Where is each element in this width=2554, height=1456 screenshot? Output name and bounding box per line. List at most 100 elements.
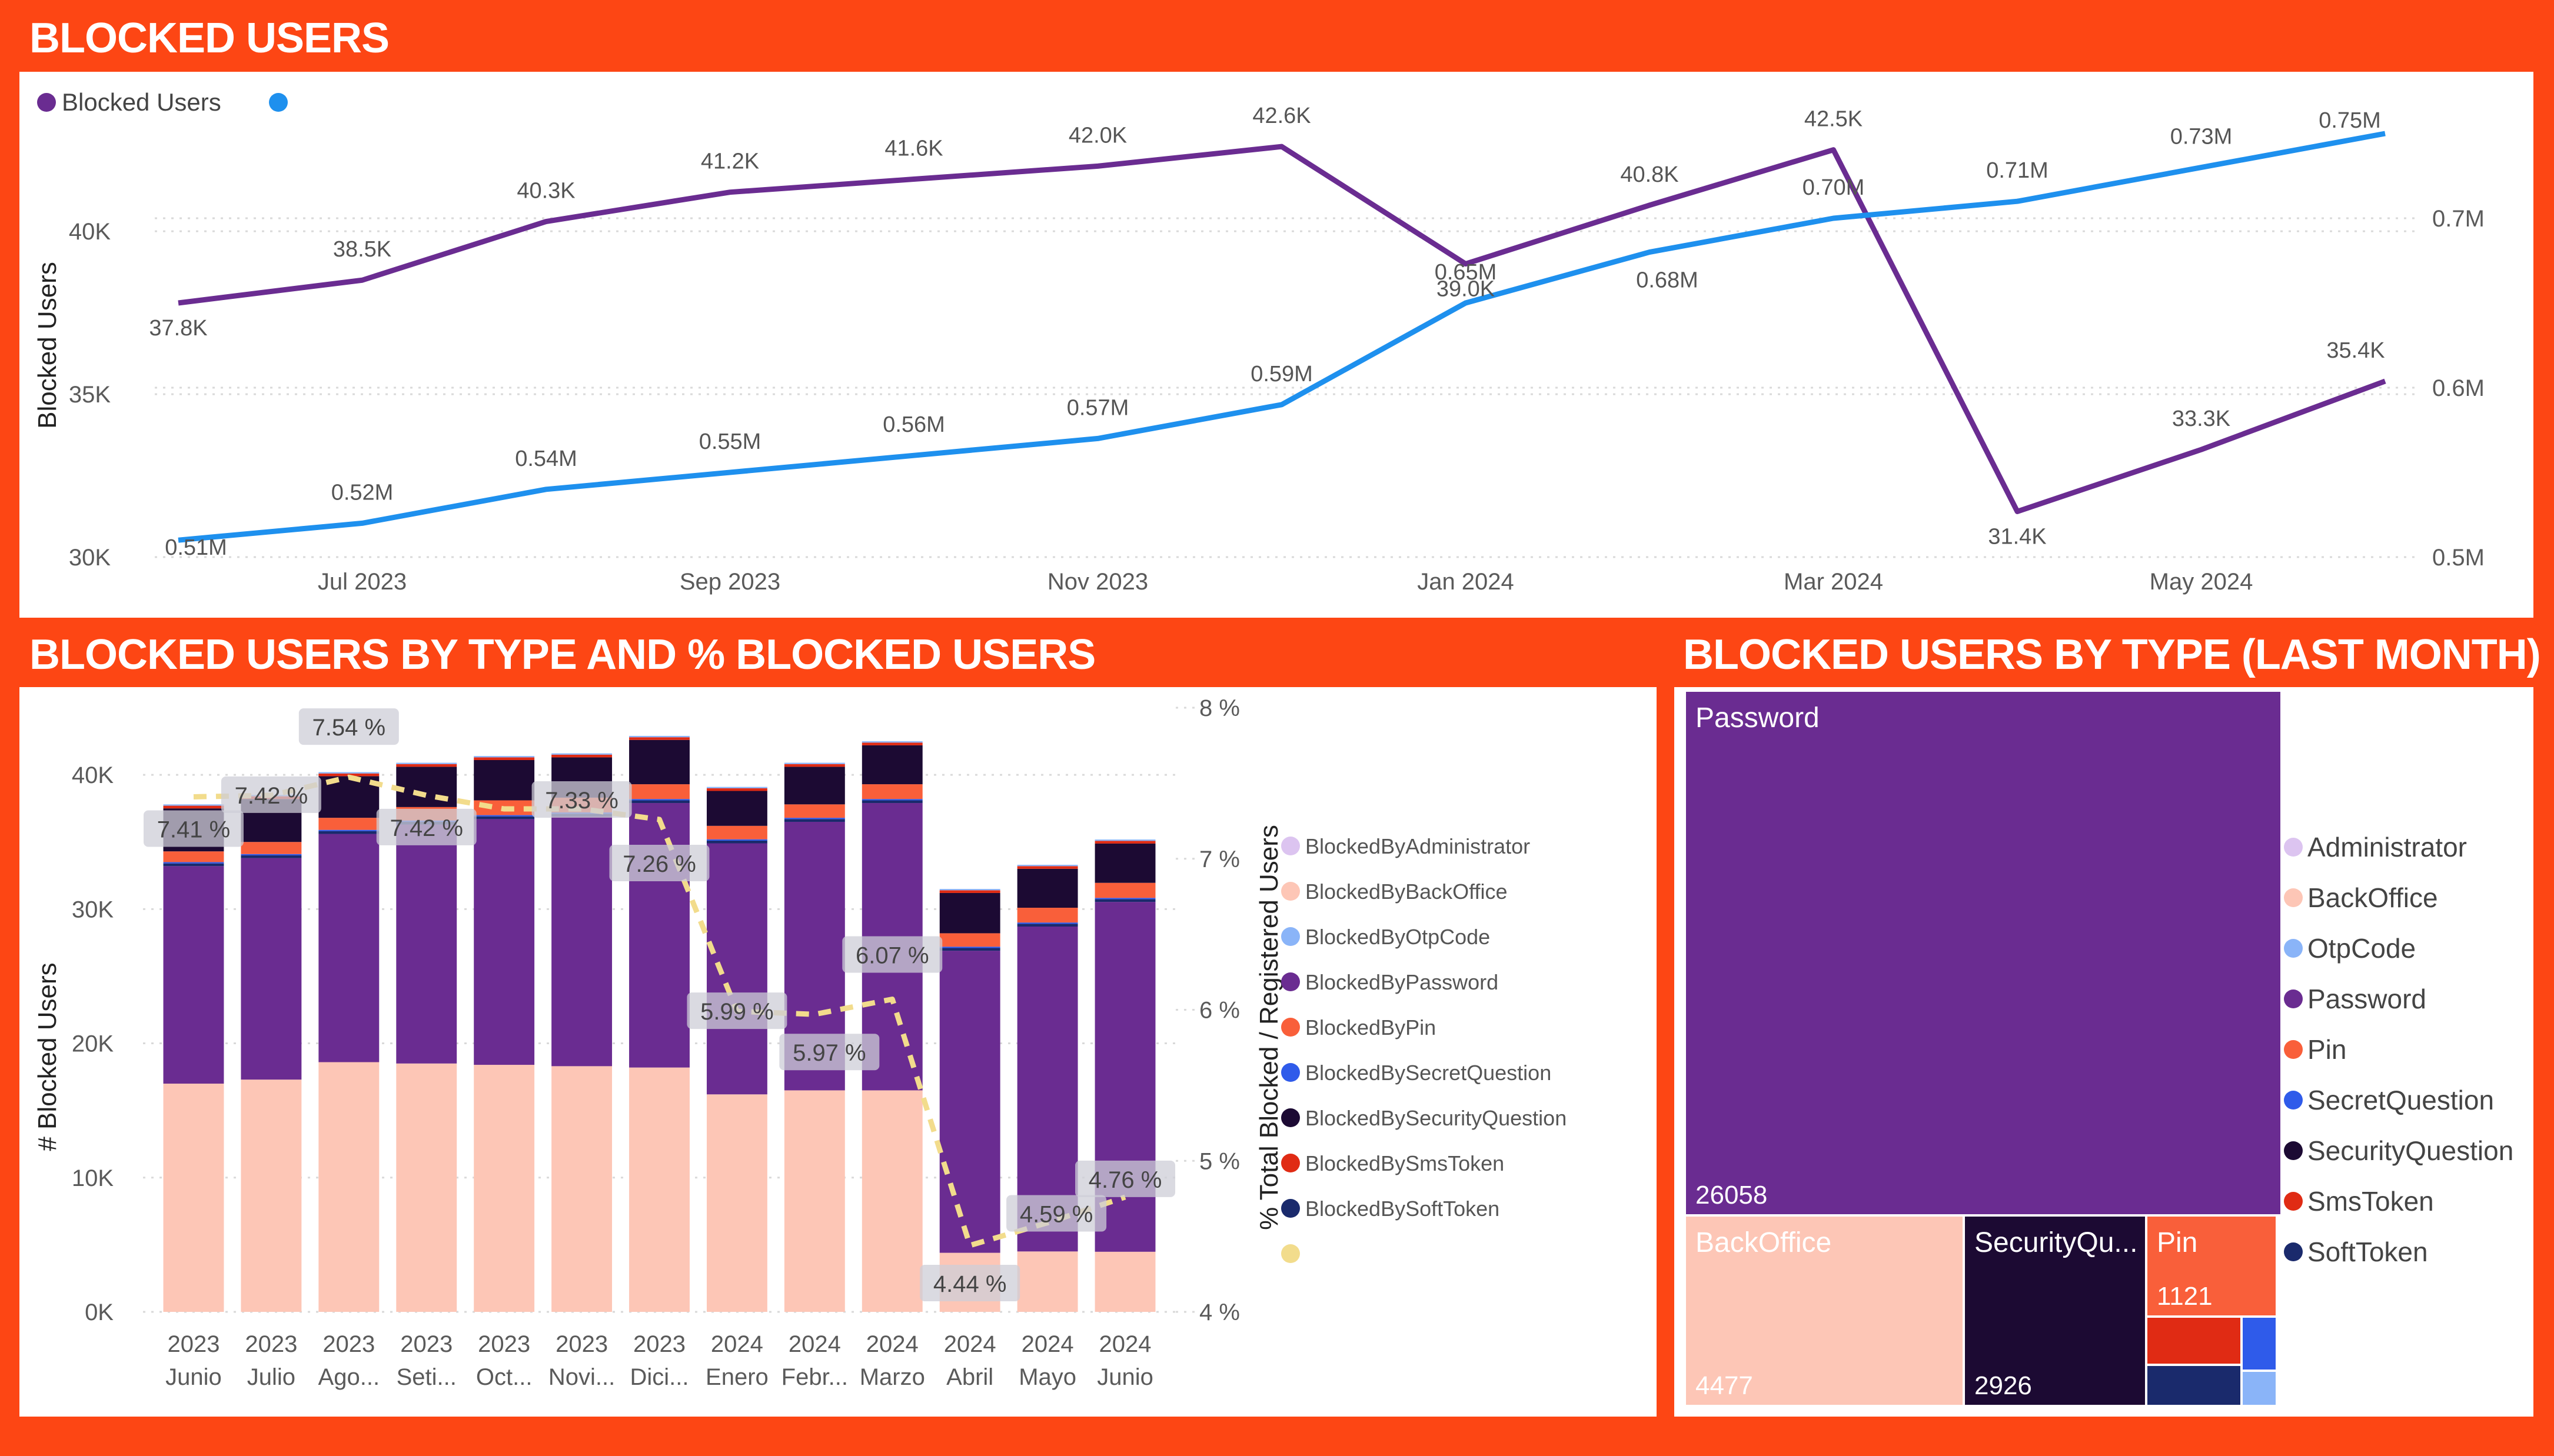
bar-segment-blockedbysmstoken [163, 805, 224, 809]
bar-segment-blockedbyotpcode [784, 762, 845, 764]
data-label: 0.54M [515, 447, 577, 471]
x-tick-label: Jan 2024 [1417, 569, 1514, 595]
y2-tick-label: 7 % [1199, 847, 1240, 872]
percent-label-text: 4.44 % [933, 1271, 1007, 1297]
y-tick-label: 40K [69, 219, 111, 245]
legend-dot [2284, 1141, 2303, 1160]
bar-segment-blockedbyotpcode [706, 787, 767, 788]
legend-dot [2284, 838, 2303, 857]
legend-dot [1281, 882, 1300, 901]
data-label: 33.3K [2172, 407, 2230, 431]
treemap-tile-label: Password [1695, 702, 1820, 734]
legend-dot [2284, 989, 2303, 1008]
data-label: 42.6K [1252, 104, 1311, 128]
legend-label: BlockedBySecretQuestion [1305, 1061, 1551, 1085]
bar-segment-blockedbysofttoken [474, 816, 535, 819]
x-tick-year: 2024 [1022, 1331, 1074, 1357]
bar-segment-blockedbysecretquestion [939, 947, 1000, 948]
bar-segment-blockedbysmstoken [474, 757, 535, 761]
percent-label: 7.33 % [531, 781, 632, 818]
treemap-tile-label: BackOffice [1695, 1227, 1831, 1258]
legend-dot [2284, 1091, 2303, 1110]
legend-dot [2284, 1242, 2303, 1261]
y2-axis-title: % Total Blocked / Registered Users [1255, 825, 1283, 1230]
legend-dot [1281, 1018, 1300, 1037]
bar-segment-blockedbysecretquestion [784, 818, 845, 819]
bar-segment-blockedbypin [1095, 882, 1156, 898]
bar-segment-blockedbyotpcode [1017, 865, 1078, 867]
legend-label: SoftToken [2307, 1237, 2428, 1267]
bar-segment-blockedbysmstoken [396, 764, 457, 767]
bar-segment-blockedbysmstoken [1095, 841, 1156, 844]
bar-segment-blockedbysecurityquestion [706, 791, 767, 826]
bar-chart-title: BLOCKED USERS BY TYPE AND % BLOCKED USER… [29, 631, 1096, 678]
x-tick-month: Dici... [630, 1364, 689, 1390]
legend-label: BlockedByOtpCode [1305, 925, 1490, 949]
bar-segment-blockedbysecurityquestion [784, 767, 845, 805]
bar-segment-blockedbypassword [241, 858, 302, 1080]
bar-segment-blockedbybackoffice [474, 1065, 535, 1312]
percent-label-text: 7.42 % [390, 815, 463, 841]
x-tick-year: 2023 [167, 1331, 220, 1357]
x-tick-label: Nov 2023 [1047, 569, 1148, 595]
legend-dot [1281, 972, 1300, 991]
x-tick-month: Oct... [476, 1364, 533, 1390]
x-tick-month: Marzo [860, 1364, 925, 1390]
legend-dot [1281, 1199, 1300, 1218]
x-tick-year: 2024 [1099, 1331, 1152, 1357]
bar-segment-blockedbyotpcode [629, 735, 690, 738]
bar-segment-blockedbysecurityquestion [396, 767, 457, 807]
percent-label: 7.54 % [298, 708, 399, 745]
x-tick-year: 2023 [556, 1331, 608, 1357]
treemap-tile-smstoken [2147, 1318, 2240, 1364]
legend-label: BlockedByPassword [1305, 970, 1498, 994]
y-axis-title: # Blocked Users [33, 962, 62, 1151]
legend-label: OtpCode [2307, 933, 2416, 964]
data-label: 41.6K [884, 136, 943, 161]
percent-label: 7.41 % [143, 810, 244, 847]
bar-segment-blockedbypassword [163, 866, 224, 1084]
bar-segment-blockedbyotpcode [396, 762, 457, 764]
bar-segment-blockedbysofttoken [318, 831, 380, 834]
x-tick-label: Sep 2023 [680, 569, 780, 595]
treemap-tile-otpcode [2243, 1372, 2276, 1405]
x-tick-month: Seti... [397, 1364, 457, 1390]
percent-label-text: 7.41 % [157, 817, 231, 842]
bar-segment-blockedbysecretquestion [862, 799, 923, 801]
data-label: 0.75M [2319, 108, 2381, 133]
y2-tick-label: 0.7M [2432, 206, 2485, 232]
x-tick-year: 2023 [400, 1331, 453, 1357]
x-tick-year: 2024 [866, 1331, 919, 1357]
legend-label: Password [2307, 984, 2426, 1014]
data-label: 0.71M [1986, 158, 2048, 183]
data-label: 40.8K [1620, 162, 1678, 187]
y-tick-label: 40K [72, 762, 114, 788]
data-label: 0.59M [1251, 362, 1313, 387]
bar-segment-blockedbypassword [939, 951, 1000, 1253]
bar-segment-blockedbysecurityquestion [939, 892, 1000, 934]
bar-segment-blockedbybackoffice [551, 1066, 613, 1312]
bar-segment-blockedbysecretquestion [474, 815, 535, 817]
data-label: 0.51M [165, 535, 227, 560]
legend-dot [2284, 888, 2303, 907]
line-chart: Blocked Users 30K 35K 40K 0.5M 0.6M 0.7M Blocke… [33, 88, 2485, 595]
treemap-tile-softtoken [2147, 1366, 2240, 1405]
bar-segment-blockedbysecretquestion [629, 799, 690, 801]
bar-segment-blockedbybackoffice [163, 1084, 224, 1312]
series-line-secondary [178, 131, 2386, 543]
data-label: 0.57M [1067, 395, 1129, 420]
treemap-tile-label: Pin [2157, 1227, 2197, 1258]
x-tick-label: May 2024 [2150, 569, 2253, 595]
x-tick-year: 2024 [789, 1331, 841, 1357]
bar-segment-blockedbybackoffice [706, 1094, 767, 1312]
data-label: 42.0K [1069, 123, 1127, 148]
data-label: 0.70M [1803, 175, 1865, 200]
bar-segment-blockedbyotpcode [862, 741, 923, 743]
y2-tick-label: 0.5M [2432, 545, 2485, 571]
y-tick-label: 20K [72, 1031, 114, 1057]
y-tick-label: 0K [85, 1300, 114, 1325]
y-tick-label: 30K [72, 897, 114, 922]
legend-label: BlockedByPin [1305, 1015, 1436, 1039]
legend-label: BlockedBySecurityQuestion [1305, 1106, 1567, 1130]
treemap-tile-value: 2926 [1974, 1371, 2032, 1400]
